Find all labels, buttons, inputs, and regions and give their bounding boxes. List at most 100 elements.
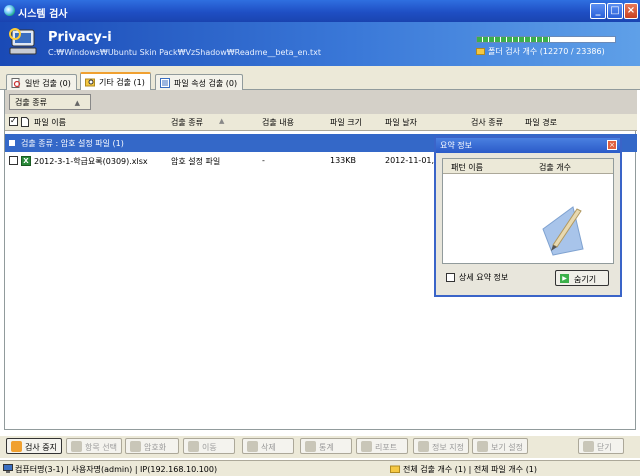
- minimize-icon: _: [595, 5, 601, 16]
- column-detect-count[interactable]: 검출 개수: [539, 162, 571, 173]
- detail-summary-checkbox[interactable]: [446, 273, 455, 282]
- computer-logo-icon: [9, 28, 37, 55]
- bottom-toolbar: 검사 중지 항목 선택 암호화 이동 삭제 통계 리포트 정보 지정 보기 설정…: [0, 436, 640, 458]
- hide-button[interactable]: ▶ 숨기기: [555, 270, 609, 286]
- encrypt-button[interactable]: 암호화: [125, 438, 179, 454]
- select-item-label: 항목 선택: [85, 443, 117, 452]
- file-properties-icon: [160, 78, 170, 88]
- tab-label: 일반 검출 (0): [25, 79, 71, 88]
- collapse-icon[interactable]: [9, 140, 15, 146]
- stop-scan-button[interactable]: 검사 중지: [6, 438, 62, 454]
- column-detect-type[interactable]: 검출 종류: [171, 117, 203, 128]
- move-label: 이동: [202, 443, 217, 452]
- column-scan-type[interactable]: 검사 종류: [471, 117, 503, 128]
- computer-info: 컴퓨터명(3-1) | 사용자명(admin) | IP(192.168.10.…: [15, 465, 218, 474]
- folder-count: 폴더 검사 개수 (12270 / 23386): [476, 46, 605, 57]
- maximize-button[interactable]: □: [607, 3, 623, 19]
- popup-title-text: 요약 정보: [440, 141, 472, 150]
- close-button[interactable]: 닫기: [578, 438, 624, 454]
- lock-icon: [130, 441, 141, 452]
- folder-search-icon: [85, 78, 95, 87]
- maximize-icon: □: [610, 5, 620, 16]
- group-by-detect-type-button[interactable]: 검출 종류 ▲: [9, 94, 91, 110]
- row-checkbox[interactable]: [9, 156, 18, 165]
- column-file-name[interactable]: 파일 이름: [34, 117, 66, 128]
- folder-icon: [390, 465, 400, 473]
- progress-fill: [477, 37, 550, 42]
- computer-icon: [3, 464, 13, 473]
- folder-icon: [476, 48, 485, 55]
- status-bar: 컴퓨터명(3-1) | 사용자명(admin) | IP(192.168.10.…: [0, 460, 640, 476]
- scan-progress-bar: [476, 36, 616, 43]
- pattern-list: 패턴 이름 검출 개수: [442, 158, 614, 264]
- document-search-icon: [11, 78, 21, 88]
- title-bar: 시스템 검사 _ □ ×: [0, 0, 640, 22]
- statistics-button[interactable]: 통계: [300, 438, 352, 454]
- tab-bar: 일반 검출 (0) 기타 검출 (1) 파일 속성 검출 (0): [0, 66, 640, 91]
- group-by-label: 검출 종류: [15, 98, 47, 107]
- sort-ascending-icon: ▲: [74, 99, 80, 107]
- hide-button-label: 숨기기: [574, 275, 597, 284]
- cell-detect-type: 암호 설정 파일: [171, 157, 221, 166]
- close-door-icon: [583, 441, 594, 452]
- close-label: 닫기: [597, 443, 612, 452]
- popup-close-button[interactable]: ×: [607, 140, 617, 150]
- delete-label: 삭제: [261, 443, 276, 452]
- cell-file-name: 2012-3-1-학급요록(0309).xlsx: [34, 157, 148, 166]
- cell-file-size: 133KB: [330, 156, 357, 165]
- popup-title: 요약 정보 ×: [436, 138, 620, 153]
- close-window-button[interactable]: ×: [624, 3, 638, 19]
- pattern-list-header: 패턴 이름 검출 개수: [443, 159, 613, 174]
- column-file-size[interactable]: 파일 크기: [330, 117, 362, 128]
- window-title: 시스템 검사: [18, 9, 68, 20]
- view-icon: [477, 441, 488, 452]
- report-label: 리포트: [375, 443, 398, 452]
- tab-label: 파일 속성 검출 (0): [174, 79, 238, 88]
- stop-scan-label: 검사 중지: [25, 443, 57, 452]
- info-setting-label: 정보 지정: [432, 443, 464, 452]
- close-icon: ×: [626, 5, 636, 16]
- info-setting-button[interactable]: 정보 지정: [413, 438, 469, 454]
- report-icon: [361, 441, 372, 452]
- stop-icon: [11, 441, 22, 452]
- view-settings-label: 보기 설정: [491, 443, 523, 452]
- sort-ascending-icon: ▲: [219, 117, 225, 125]
- report-button[interactable]: 리포트: [356, 438, 408, 454]
- excel-file-icon: X: [21, 156, 31, 166]
- minimize-button[interactable]: _: [590, 3, 606, 19]
- select-icon: [71, 441, 82, 452]
- tab-other-detect[interactable]: 기타 검출 (1): [80, 72, 151, 91]
- file-icon: [21, 117, 29, 127]
- select-item-button[interactable]: 항목 선택: [66, 438, 122, 454]
- tab-general-detect[interactable]: 일반 검출 (0): [6, 74, 77, 90]
- info-icon: [418, 441, 429, 452]
- arrow-right-icon: ▶: [560, 274, 569, 283]
- cell-detect-content: -: [262, 156, 265, 165]
- tab-label: 기타 검출 (1): [99, 78, 145, 87]
- total-counts: 전체 검출 개수 (1) | 전체 파일 개수 (1): [403, 465, 538, 474]
- app-icon: [4, 5, 15, 16]
- select-all-checkbox[interactable]: [9, 116, 18, 126]
- chart-icon: [305, 441, 316, 452]
- header-banner: Privacy-i C:₩Windows₩Ubuntu Skin Pack₩Vz…: [0, 22, 640, 66]
- delete-button[interactable]: 삭제: [242, 438, 294, 454]
- column-file-path[interactable]: 파일 경로: [525, 117, 557, 128]
- encrypt-label: 암호화: [144, 443, 167, 452]
- pencil-ruler-icon: [542, 206, 584, 256]
- group-row-label: 검출 종류 : 암호 설정 파일 (1): [21, 139, 124, 148]
- delete-icon: [247, 441, 258, 452]
- folder-count-text: 폴더 검사 개수 (12270 / 23386): [488, 47, 605, 56]
- column-detect-content[interactable]: 검출 내용: [262, 117, 294, 128]
- group-by-bar: 검출 종류 ▲: [5, 90, 637, 114]
- column-header: 파일 이름 검출 종류 ▲ 검출 내용 파일 크기 파일 날자 검사 종류 파일…: [5, 114, 637, 131]
- move-button[interactable]: 이동: [183, 438, 235, 454]
- tab-file-properties-detect[interactable]: 파일 속성 검출 (0): [155, 74, 244, 90]
- scan-path: C:₩Windows₩Ubuntu Skin Pack₩VzShadow₩Rea…: [48, 48, 322, 57]
- arrow-right-icon: [188, 441, 199, 452]
- statistics-label: 통계: [319, 443, 334, 452]
- column-pattern-name[interactable]: 패턴 이름: [451, 162, 483, 173]
- app-name: Privacy-i: [48, 30, 112, 45]
- summary-info-popup: 요약 정보 × 패턴 이름 검출 개수 상세 요약 정보 ▶ 숨기기: [434, 136, 622, 297]
- column-file-date[interactable]: 파일 날자: [385, 117, 417, 128]
- view-settings-button[interactable]: 보기 설정: [472, 438, 528, 454]
